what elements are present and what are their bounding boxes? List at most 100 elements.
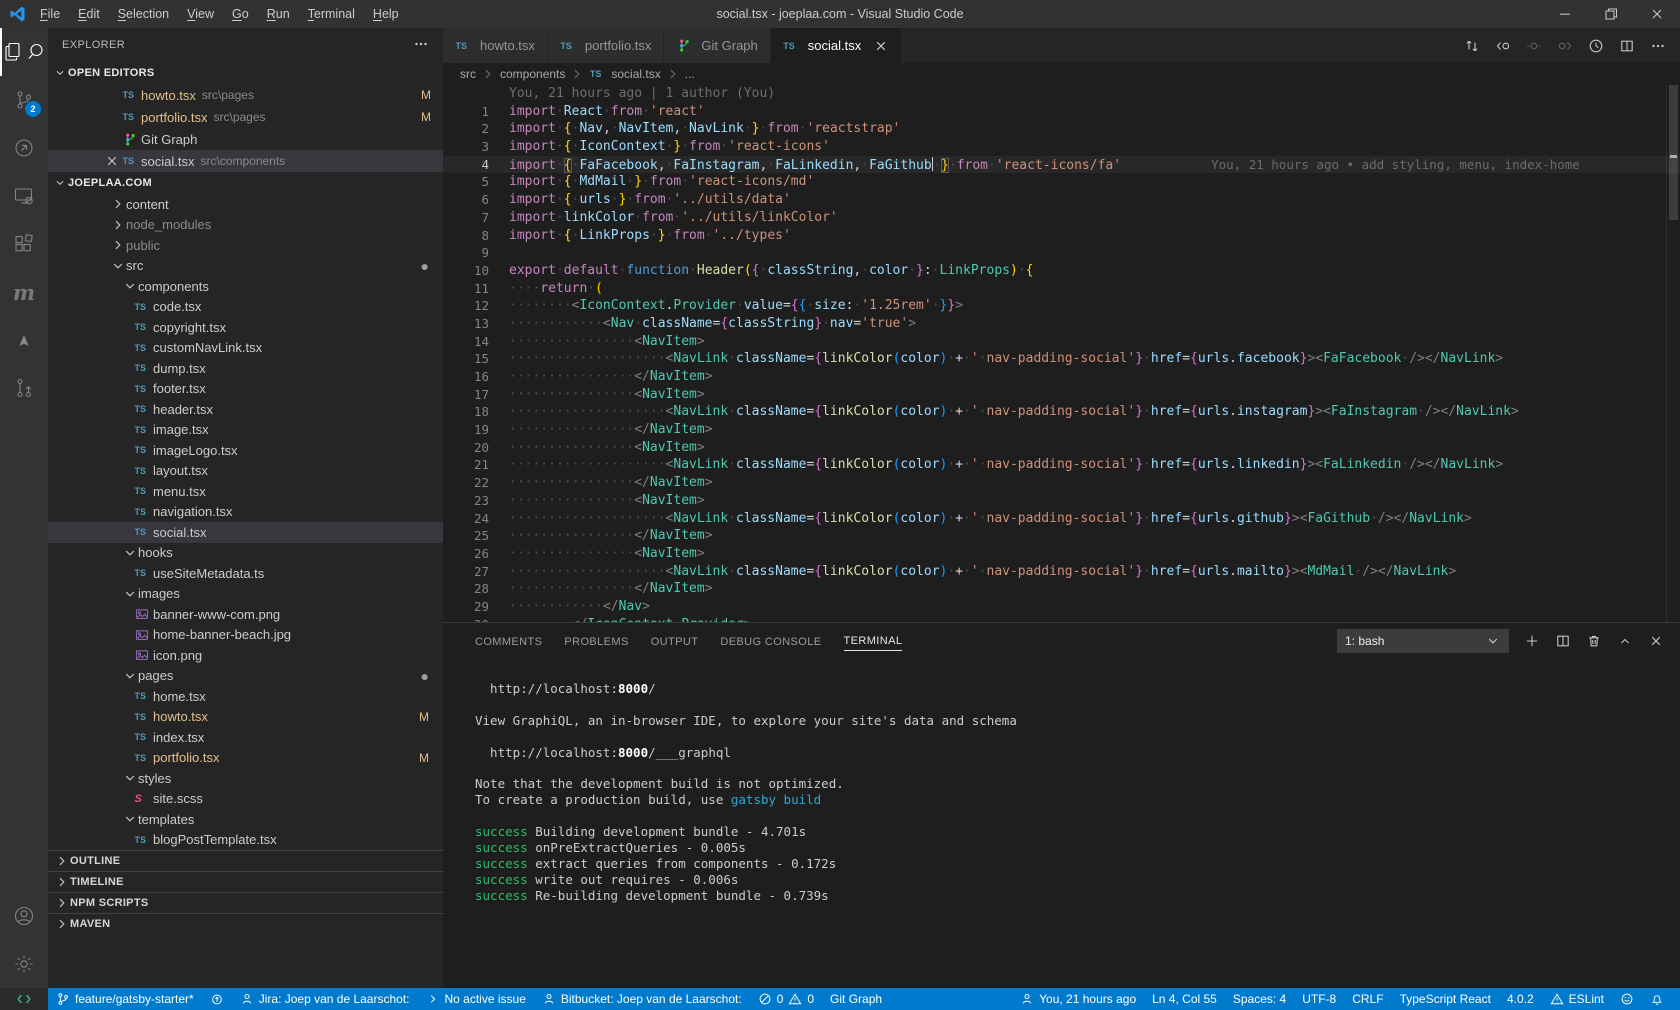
- panel-tab-terminal[interactable]: TERMINAL: [844, 631, 903, 651]
- code-line-11[interactable]: 11····return·(: [443, 280, 1680, 298]
- code-line-5[interactable]: 5import·{·MdMail·}·from·'react-icons/md': [443, 173, 1680, 191]
- close-window-button[interactable]: [1634, 0, 1680, 28]
- tree-item-navigation-tsx[interactable]: TS navigation.tsx: [48, 502, 443, 523]
- code-line-7[interactable]: 7import·linkColor·from·'../utils/linkCol…: [443, 209, 1680, 227]
- code-line-4[interactable]: 4import·{·FaFacebook,·FaInstagram,·FaLin…: [443, 156, 1680, 174]
- open-changes-icon[interactable]: [1464, 38, 1480, 54]
- code-line-26[interactable]: 26················<NavItem>: [443, 545, 1680, 563]
- code-line-19[interactable]: 19················</NavItem>: [443, 421, 1680, 439]
- code-line-18[interactable]: 18····················<NavLink·className…: [443, 403, 1680, 421]
- compare-disabled-icon[interactable]: [1526, 38, 1542, 54]
- activity-accounts[interactable]: [0, 892, 48, 940]
- tree-item-styles[interactable]: styles: [48, 768, 443, 789]
- tree-item-node_modules[interactable]: node_modules: [48, 215, 443, 236]
- next-change-icon[interactable]: [1557, 38, 1573, 54]
- code-line-10[interactable]: 10export·default·function·Header({·class…: [443, 262, 1680, 280]
- code-line-20[interactable]: 20················<NavItem>: [443, 439, 1680, 457]
- workspace-root[interactable]: JOEPLAA.COM: [48, 172, 443, 194]
- code-line-16[interactable]: 16················</NavItem>: [443, 368, 1680, 386]
- more-actions-icon[interactable]: [413, 36, 429, 55]
- tree-item-social-tsx[interactable]: TS social.tsx: [48, 522, 443, 543]
- kill-terminal-icon[interactable]: [1586, 633, 1602, 649]
- status-cursor-position[interactable]: Ln 4, Col 55: [1144, 988, 1225, 1010]
- code-editor[interactable]: You, 21 hours ago | 1 author (You)1impor…: [443, 85, 1680, 622]
- menu-help[interactable]: Help: [364, 0, 408, 28]
- panel-tab-output[interactable]: OUTPUT: [651, 632, 699, 651]
- tree-item-howto-tsx[interactable]: TS howto.tsx M: [48, 707, 443, 728]
- close-panel-icon[interactable]: [1648, 633, 1664, 649]
- tree-item-site-scss[interactable]: S site.scss: [48, 789, 443, 810]
- tab-howto-tsx[interactable]: TShowto.tsx: [443, 28, 548, 63]
- tree-item-components[interactable]: components: [48, 276, 443, 297]
- status-ts-version[interactable]: 4.0.2: [1499, 988, 1542, 1010]
- panel-tab-comments[interactable]: COMMENTS: [475, 632, 542, 651]
- code-line-22[interactable]: 22················</NavItem>: [443, 474, 1680, 492]
- close-icon[interactable]: [104, 153, 122, 169]
- activity-settings[interactable]: [0, 940, 48, 988]
- code-line-12[interactable]: 12········<IconContext.Provider·value={{…: [443, 297, 1680, 315]
- code-line-3[interactable]: 3import·{·IconContext·}·from·'react-icon…: [443, 138, 1680, 156]
- tree-item-hooks[interactable]: hooks: [48, 543, 443, 564]
- tree-item-banner-www-com-png[interactable]: banner-www-com.png: [48, 604, 443, 625]
- terminal-selector[interactable]: 1: bash: [1337, 629, 1509, 653]
- status-bitbucket-account[interactable]: Bitbucket: Joep van de Laarschot:: [534, 988, 750, 1010]
- breadcrumb-item[interactable]: src: [460, 67, 476, 81]
- code-line-30[interactable]: 30········</IconContext.Provider>: [443, 616, 1680, 622]
- code-line-24[interactable]: 24····················<NavLink·className…: [443, 510, 1680, 528]
- panel-tab-debug-console[interactable]: DEBUG CONSOLE: [720, 632, 821, 651]
- status-problems[interactable]: 00: [750, 988, 822, 1010]
- timeline-icon[interactable]: [1588, 38, 1604, 54]
- tree-item-pages[interactable]: pages ●: [48, 666, 443, 687]
- tree-item-src[interactable]: src ●: [48, 256, 443, 277]
- menu-go[interactable]: Go: [223, 0, 258, 28]
- code-line-29[interactable]: 29············</Nav>: [443, 598, 1680, 616]
- section-timeline[interactable]: TIMELINE: [48, 871, 443, 892]
- status-gitlens-blame[interactable]: You, 21 hours ago: [1012, 988, 1144, 1010]
- code-line-8[interactable]: 8import·{·LinkProps·}·from·'../types': [443, 227, 1680, 245]
- status-notifications[interactable]: [1642, 988, 1672, 1010]
- tree-item-customNavLink-tsx[interactable]: TS customNavLink.tsx: [48, 338, 443, 359]
- status-eol[interactable]: CRLF: [1344, 988, 1391, 1010]
- activity-search[interactable]: [6, 47, 17, 61]
- activity-git-graph-view[interactable]: [0, 364, 48, 412]
- status-jira-account[interactable]: Jira: Joep van de Laarschot:: [232, 988, 418, 1010]
- open-editor-howto-tsx[interactable]: TS howto.tsx src\pages M: [48, 84, 443, 106]
- editor-scrollbar[interactable]: [1666, 85, 1680, 622]
- code-line-2[interactable]: 2import·{·Nav,·NavItem,·NavLink·}·from·'…: [443, 120, 1680, 138]
- tree-item-footer-tsx[interactable]: TS footer.tsx: [48, 379, 443, 400]
- breadcrumb-item[interactable]: TSsocial.tsx: [589, 66, 660, 82]
- tree-item-portfolio-tsx[interactable]: TS portfolio.tsx M: [48, 748, 443, 769]
- status-language-mode[interactable]: TypeScript React: [1392, 988, 1499, 1010]
- status-sync-changes[interactable]: [202, 988, 232, 1010]
- code-line-25[interactable]: 25················</NavItem>: [443, 527, 1680, 545]
- close-icon[interactable]: [873, 38, 889, 54]
- status-eslint[interactable]: ESLint: [1542, 988, 1612, 1010]
- menu-edit[interactable]: Edit: [69, 0, 109, 28]
- tree-item-code-tsx[interactable]: TS code.tsx: [48, 297, 443, 318]
- tree-item-images[interactable]: images: [48, 584, 443, 605]
- code-line-28[interactable]: 28················</NavItem>: [443, 580, 1680, 598]
- terminal-output[interactable]: http://localhost:8000/View GraphiQL, an …: [443, 659, 1680, 988]
- tab-portfolio-tsx[interactable]: TSportfolio.tsx: [548, 28, 664, 63]
- breadcrumb-item[interactable]: ...: [685, 67, 695, 81]
- section-maven[interactable]: MAVEN: [48, 913, 443, 934]
- status-remote-indicator[interactable]: [0, 988, 48, 1010]
- tree-item-useSiteMetadata-ts[interactable]: TS useSiteMetadata.ts: [48, 563, 443, 584]
- menu-run[interactable]: Run: [258, 0, 299, 28]
- activity-m-extension[interactable]: m: [0, 268, 48, 316]
- tab-social-tsx[interactable]: TSsocial.tsx: [771, 28, 902, 63]
- status-encoding[interactable]: UTF-8: [1294, 988, 1344, 1010]
- tab-Git-Graph[interactable]: Git Graph: [664, 28, 770, 63]
- tree-item-menu-tsx[interactable]: TS menu.tsx: [48, 481, 443, 502]
- status-git-graph[interactable]: Git Graph: [822, 988, 890, 1010]
- split-editor-icon[interactable]: [1619, 38, 1635, 54]
- tree-item-blogPostTemplate-tsx[interactable]: TS blogPostTemplate.tsx: [48, 830, 443, 851]
- tree-item-icon-png[interactable]: icon.png: [48, 645, 443, 666]
- panel-tab-problems[interactable]: PROBLEMS: [564, 632, 628, 651]
- code-line-23[interactable]: 23················<NavItem>: [443, 492, 1680, 510]
- activity-atlassian[interactable]: [0, 316, 48, 364]
- tree-item-layout-tsx[interactable]: TS layout.tsx: [48, 461, 443, 482]
- tree-item-image-tsx[interactable]: TS image.tsx: [48, 420, 443, 441]
- code-line-17[interactable]: 17················<NavItem>: [443, 386, 1680, 404]
- status-feedback[interactable]: [1612, 988, 1642, 1010]
